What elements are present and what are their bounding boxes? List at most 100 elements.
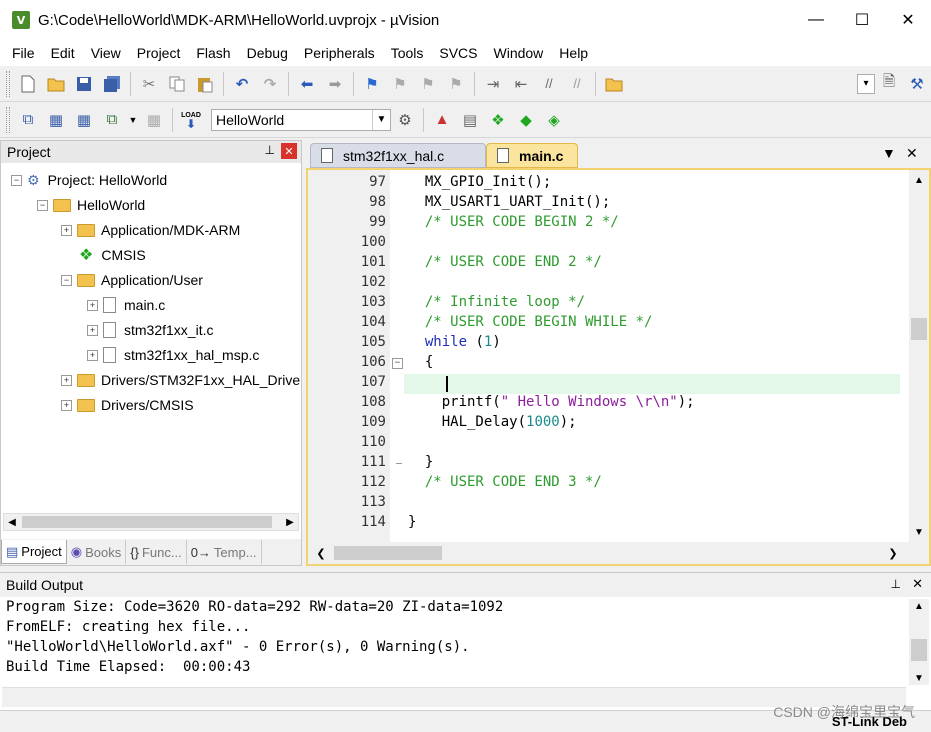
tab-templates[interactable]: 0→ Temp... [187, 540, 262, 564]
scroll-up-icon[interactable]: ▲ [909, 599, 929, 613]
toolbar-grip[interactable] [6, 70, 10, 97]
save-icon[interactable] [72, 72, 96, 96]
tree-file[interactable]: + stm32f1xx_hal_msp.c [87, 344, 259, 366]
code-lines[interactable]: 97 MX_GPIO_Init(); 98 MX_USART1_UART_Ini… [308, 174, 900, 534]
minimize-button[interactable]: — [793, 0, 839, 40]
editor-vertical-scrollbar[interactable]: ▲ ▼ [909, 170, 929, 542]
expand-icon[interactable]: + [61, 374, 72, 386]
scroll-right-icon[interactable]: ❯ [884, 544, 902, 562]
scroll-down-icon[interactable]: ▼ [909, 671, 929, 685]
indent-icon[interactable]: ⇥ [481, 72, 505, 96]
expand-icon[interactable]: + [87, 324, 98, 336]
tree-root[interactable]: − ⚙ Project: HelloWorld [11, 169, 167, 191]
code-line[interactable]: 103 /* Infinite loop */ [308, 294, 900, 314]
tab-books[interactable]: ◉ Books [67, 540, 127, 564]
code-line[interactable]: 101 /* USER CODE END 2 */ [308, 254, 900, 274]
code-line[interactable]: 100 [308, 234, 900, 254]
stop-build-icon[interactable]: ▦ [142, 108, 166, 132]
code-line[interactable]: 108 printf(" Hello Windows \r\n"); [308, 394, 900, 414]
scroll-left-icon[interactable]: ◀ [4, 514, 20, 530]
editor-tab-active[interactable]: main.c [486, 143, 578, 168]
uncomment-icon[interactable]: // [565, 72, 589, 96]
editor-horizontal-scrollbar[interactable]: ❮ ❯ [308, 542, 929, 564]
code-line[interactable]: 110 [308, 434, 900, 454]
tab-list-dropdown-icon[interactable]: ▼ [882, 145, 896, 161]
download-load-icon[interactable]: LOAD ⬇ [179, 108, 203, 132]
tree-group[interactable]: + Application/MDK-ARM [61, 219, 240, 241]
code-line[interactable]: 112 /* USER CODE END 3 */ [308, 474, 900, 494]
find-dropdown[interactable]: ▾ [857, 73, 875, 94]
target-select[interactable]: HelloWorld ▼ [211, 108, 391, 131]
scroll-left-icon[interactable]: ❮ [312, 544, 330, 562]
cut-icon[interactable]: ✂ [137, 72, 161, 96]
menu-flash[interactable]: Flash [188, 45, 238, 61]
tree-file[interactable]: + stm32f1xx_it.c [87, 319, 213, 341]
menu-project[interactable]: Project [129, 45, 189, 61]
scroll-down-icon[interactable]: ▼ [909, 524, 929, 540]
pin-icon[interactable]: ⊥ [891, 577, 901, 591]
pack-installer-icon[interactable]: ◈ [542, 108, 566, 132]
code-line[interactable]: 106− { [308, 354, 900, 374]
batch-build-dropdown-icon[interactable]: ▼ [128, 108, 138, 132]
code-line[interactable]: 113 [308, 494, 900, 514]
scroll-thumb[interactable] [911, 639, 927, 661]
debug-session-icon[interactable]: ⚒ [905, 72, 929, 96]
project-horizontal-scrollbar[interactable]: ◀ ▶ [3, 513, 299, 531]
navigate-back-icon[interactable]: ⬅ [295, 72, 319, 96]
undo-icon[interactable]: ↶ [230, 72, 254, 96]
rebuild-icon[interactable]: ▦ [72, 108, 96, 132]
close-panel-icon[interactable]: ✕ [281, 143, 297, 159]
previous-bookmark-icon[interactable]: ⚑ [388, 72, 412, 96]
expand-icon[interactable]: + [61, 224, 72, 236]
code-line-current[interactable]: 107 [308, 374, 900, 394]
code-line[interactable]: 97 MX_GPIO_Init(); [308, 174, 900, 194]
collapse-icon[interactable]: − [37, 199, 48, 211]
editor-tab[interactable]: stm32f1xx_hal.c [310, 143, 486, 168]
menu-edit[interactable]: Edit [43, 45, 83, 61]
copy-icon[interactable] [165, 72, 189, 96]
new-file-icon[interactable] [16, 72, 40, 96]
close-window-button[interactable]: ✕ [885, 0, 931, 40]
open-folder-icon[interactable] [44, 72, 68, 96]
tab-project[interactable]: ▤ Project [1, 540, 67, 564]
collapse-icon[interactable]: − [11, 174, 22, 186]
toolbar-grip[interactable] [6, 106, 10, 133]
scroll-thumb[interactable] [334, 546, 442, 560]
code-area[interactable]: 97 MX_GPIO_Init(); 98 MX_USART1_UART_Ini… [306, 168, 931, 566]
expand-icon[interactable]: + [87, 299, 98, 311]
tree-group[interactable]: + Drivers/CMSIS [61, 394, 194, 416]
scroll-thumb[interactable] [911, 318, 927, 340]
close-tab-icon[interactable]: ✕ [906, 145, 918, 162]
save-all-icon[interactable] [100, 72, 124, 96]
next-bookmark-icon[interactable]: ⚑ [416, 72, 440, 96]
paste-icon[interactable] [193, 72, 217, 96]
build-output-text[interactable]: Program Size: Code=3620 RO-data=292 RW-d… [6, 599, 906, 679]
tree-target[interactable]: − HelloWorld [37, 194, 145, 216]
expand-icon[interactable]: + [61, 399, 72, 411]
code-line[interactable]: 104 /* USER CODE BEGIN WHILE */ [308, 314, 900, 334]
manage-project-items-icon[interactable]: ▲ [430, 108, 454, 132]
fold-collapse-icon[interactable]: − [392, 358, 403, 369]
menu-peripherals[interactable]: Peripherals [296, 45, 383, 61]
tab-functions[interactable]: {} Func... [126, 540, 187, 564]
navigate-forward-icon[interactable]: ➡ [323, 72, 347, 96]
build-icon[interactable]: ▦ [44, 108, 68, 132]
scroll-right-icon[interactable]: ▶ [282, 514, 298, 530]
menu-tools[interactable]: Tools [383, 45, 432, 61]
redo-icon[interactable]: ↷ [258, 72, 282, 96]
unindent-icon[interactable]: ⇤ [509, 72, 533, 96]
code-line[interactable]: 114} [308, 514, 900, 534]
code-line[interactable]: 99 /* USER CODE BEGIN 2 */ [308, 214, 900, 234]
menu-view[interactable]: View [83, 45, 129, 61]
maximize-button[interactable]: ☐ [839, 0, 885, 40]
code-line[interactable]: 109 HAL_Delay(1000); [308, 414, 900, 434]
batch-build-icon[interactable]: ⧉ [100, 108, 124, 132]
code-line[interactable]: 102 [308, 274, 900, 294]
build-horizontal-scrollbar[interactable] [2, 687, 906, 707]
menu-window[interactable]: Window [486, 45, 552, 61]
target-options-icon[interactable]: ⚙ [393, 108, 417, 132]
find-in-files-icon[interactable] [602, 72, 626, 96]
scroll-up-icon[interactable]: ▲ [909, 172, 929, 188]
tree-group[interactable]: − Application/User [61, 269, 203, 291]
tree-file[interactable]: + main.c [87, 294, 165, 316]
